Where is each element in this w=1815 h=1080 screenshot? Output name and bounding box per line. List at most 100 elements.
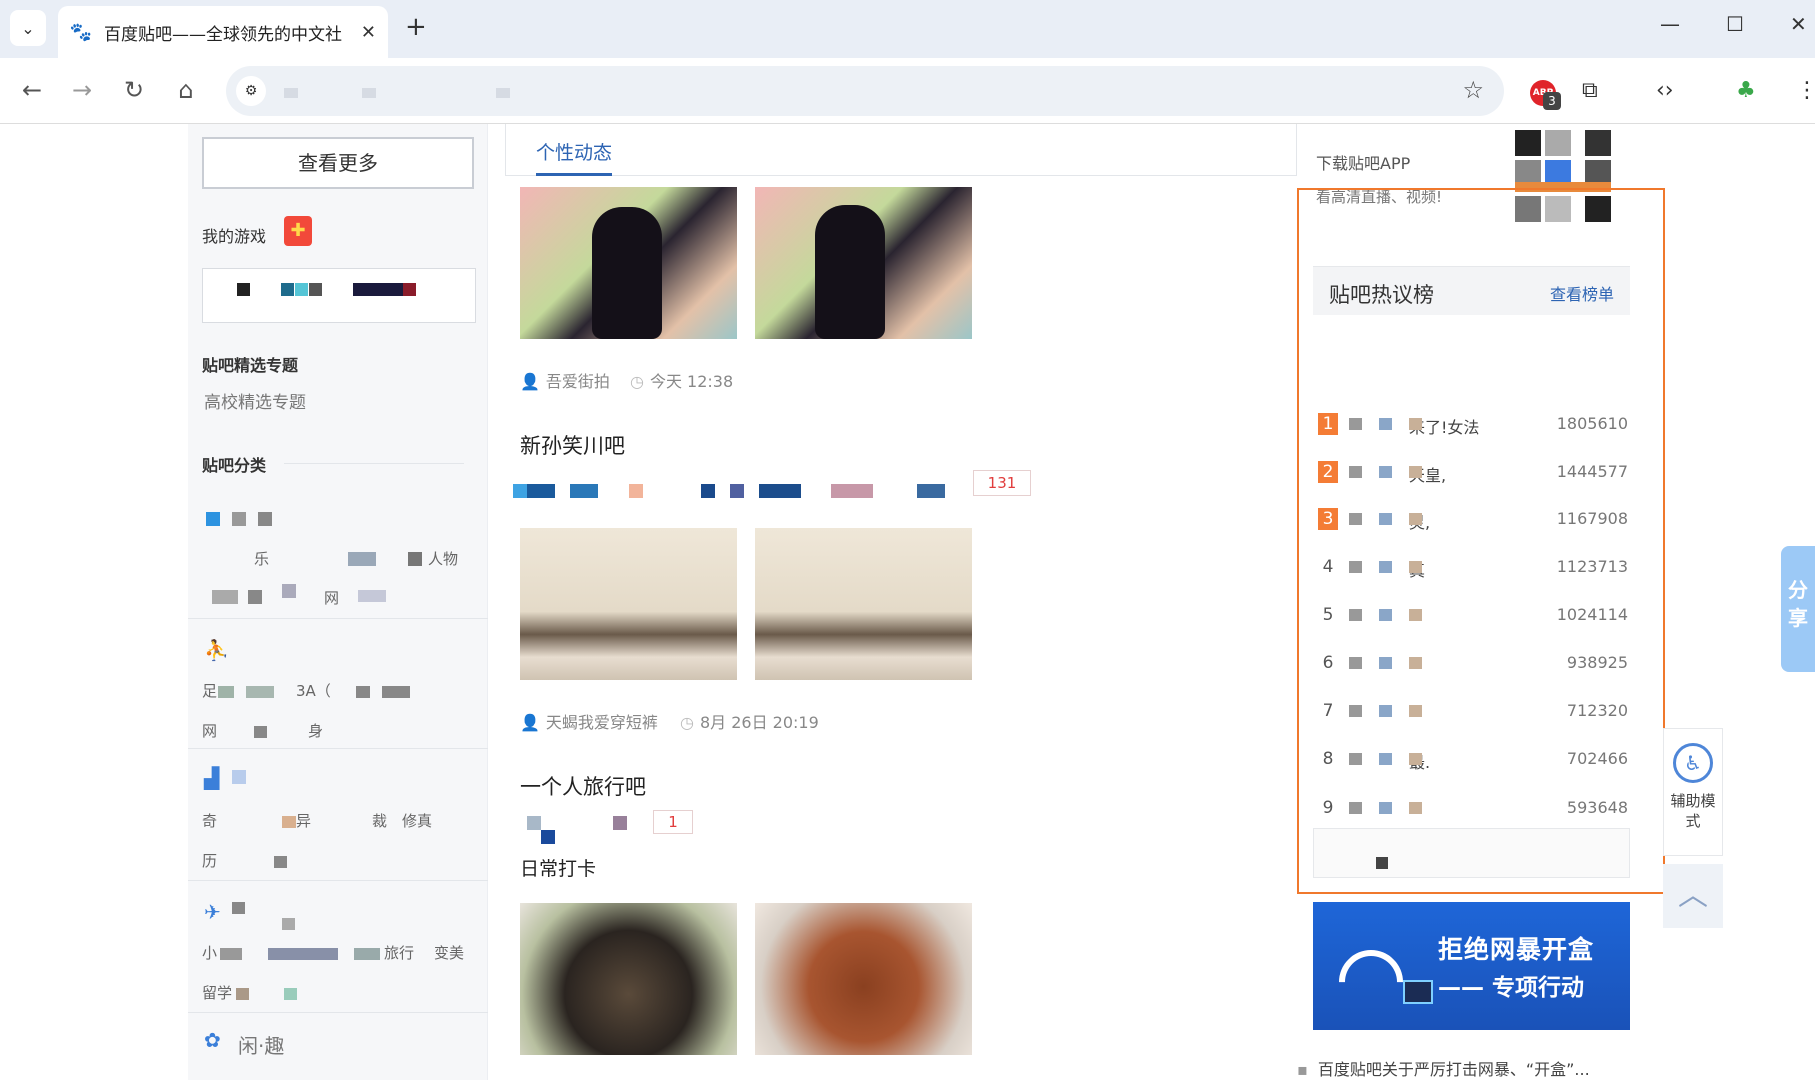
hot-topic-row[interactable]: 1 来了!女法 1805610 — [1313, 410, 1630, 440]
rank-topic-text[interactable]: 天皇, — [1349, 462, 1529, 484]
post-author[interactable]: 👤 吾爱街拍 — [520, 368, 610, 392]
hot-topic-row[interactable]: 6 938925 — [1313, 649, 1630, 679]
user-icon: 👤 — [520, 713, 540, 732]
hot-topic-row[interactable]: 4真 1123713 — [1313, 553, 1630, 583]
site-info-icon[interactable]: ⚙ — [236, 76, 266, 106]
hot-topic-row[interactable]: 3 灵, 1167908 — [1313, 505, 1630, 535]
category-link[interactable]: 变美 — [434, 942, 464, 963]
rank-topic-text[interactable] — [1349, 701, 1529, 723]
redacted-block — [354, 948, 380, 960]
hot-topic-row[interactable]: 5 1024114 — [1313, 601, 1630, 631]
see-more-button[interactable]: 查看更多 — [202, 137, 474, 189]
accessibility-icon: ♿ — [1673, 743, 1713, 783]
rank-topic-text[interactable] — [1349, 798, 1529, 820]
category-link[interactable]: 小 — [202, 942, 217, 963]
news-item[interactable]: ▪ 百度贴吧关于严厉打击网暴、“开盒”... — [1297, 1056, 1590, 1080]
category-link[interactable]: 身 — [308, 720, 323, 741]
book-icon: ▟ — [204, 766, 220, 790]
category-link[interactable]: 旅行 — [384, 942, 414, 963]
category-link[interactable]: 足 — [202, 680, 217, 701]
view-ranking-link[interactable]: 查看榜单 — [1550, 281, 1614, 305]
menu-kebab-icon[interactable]: ⋮ — [1796, 78, 1815, 103]
extensions-puzzle-icon[interactable]: ⧉ — [1582, 78, 1598, 103]
category-link[interactable]: 3A（ — [296, 680, 331, 701]
post-author[interactable]: 👤 天蝎我爱穿短裤 — [520, 709, 658, 733]
hot-topic-row[interactable]: 9 593648 — [1313, 794, 1630, 824]
rank-count: 938925 — [1566, 653, 1628, 672]
rank-count: 1167908 — [1556, 509, 1628, 528]
redacted-block — [348, 552, 376, 566]
redacted-block — [282, 816, 296, 828]
close-window-button[interactable]: ✕ — [1790, 12, 1807, 36]
banner-title: 拒绝网暴开盒 — [1438, 935, 1595, 964]
back-button[interactable]: ← — [14, 72, 50, 108]
redacted-block — [541, 830, 555, 844]
category-link[interactable]: 人物 — [428, 548, 458, 569]
redacted-block — [246, 686, 274, 698]
game-box[interactable] — [202, 268, 476, 323]
college-topics-link[interactable]: 高校精选专题 — [204, 388, 306, 413]
hot-topic-row[interactable]: 2 天皇, 1444577 — [1313, 458, 1630, 488]
forward-button[interactable]: → — [64, 72, 100, 108]
forum-name[interactable]: 新孙笑川吧 — [520, 430, 625, 460]
tab-strip: ⌄ 🐾 百度贴吧——全球领先的中文社 ✕ + — ☐ ✕ — [0, 0, 1815, 58]
minimize-button[interactable]: — — [1660, 12, 1680, 36]
devtools-code-icon[interactable]: ‹› — [1656, 78, 1674, 103]
category-link[interactable]: 网 — [324, 587, 339, 608]
rank-number: 9 — [1322, 798, 1334, 818]
tab-search-button[interactable]: ⌄ — [10, 10, 46, 46]
category-link[interactable]: 修真 — [402, 810, 432, 831]
rank-topic-text[interactable] — [1349, 653, 1529, 675]
category-link[interactable]: 留学 — [202, 982, 232, 1003]
post-image[interactable] — [755, 187, 972, 339]
tab-personal-feed[interactable]: 个性动态 — [536, 138, 613, 176]
hot-topic-row[interactable]: 7 712320 — [1313, 697, 1630, 727]
home-button[interactable]: ⌂ — [168, 72, 204, 108]
reply-count-badge: 1 — [653, 810, 693, 834]
profile-avatar-icon[interactable]: ♣ — [1736, 78, 1756, 103]
share-tab[interactable]: 分享 — [1781, 546, 1815, 672]
rank-topic-text[interactable]: 最. — [1349, 749, 1529, 771]
rank-topic-text[interactable]: 灵, — [1349, 509, 1529, 531]
category-link[interactable]: 历 — [202, 850, 217, 871]
rank-topic-text[interactable]: 真 — [1349, 557, 1529, 579]
forum-name[interactable]: 一个人旅行吧 — [520, 771, 646, 801]
post-image[interactable] — [520, 528, 737, 680]
back-to-top-button[interactable]: ︿ — [1663, 864, 1723, 928]
divider — [188, 748, 488, 749]
redacted-block — [570, 484, 598, 498]
rank-count: 1024114 — [1556, 605, 1628, 624]
divider — [188, 880, 488, 881]
bookmark-star-icon[interactable]: ☆ — [1462, 76, 1484, 104]
download-app-title[interactable]: 下载贴吧APP — [1316, 150, 1410, 174]
accessibility-mode-button[interactable]: ♿ 辅助模式 — [1663, 728, 1723, 856]
category-link[interactable]: 网 — [202, 720, 217, 741]
leisure-category[interactable]: 闲·趣 — [238, 1030, 284, 1059]
hot-topics-title: 贴吧热议榜 — [1329, 283, 1434, 307]
post-image[interactable] — [755, 903, 972, 1055]
rank-topic-text[interactable]: 来了!女法 — [1349, 414, 1529, 436]
hot-topics-footer[interactable] — [1313, 828, 1630, 878]
post-image[interactable] — [520, 903, 737, 1055]
category-link[interactable]: 奇 — [202, 810, 217, 831]
post-title[interactable]: 日常打卡 — [520, 854, 596, 881]
reload-button[interactable]: ↻ — [116, 72, 152, 108]
gift-icon: ✚ — [284, 216, 312, 246]
post-image[interactable] — [755, 528, 972, 680]
hot-topic-row[interactable]: 8 最. 702466 — [1313, 745, 1630, 775]
category-link[interactable]: 裁 — [372, 810, 387, 831]
category-link[interactable]: 异 — [296, 810, 311, 831]
rank-topic-text[interactable] — [1349, 605, 1529, 627]
post-image[interactable] — [520, 187, 737, 339]
close-tab-icon[interactable]: ✕ — [361, 22, 376, 43]
anti-cyberbullying-banner[interactable]: 拒绝网暴开盒 —— 专项行动 — [1313, 902, 1630, 1030]
redacted-block — [1349, 513, 1362, 525]
address-bar[interactable]: ⚙ ☆ — [226, 66, 1504, 116]
browser-tab[interactable]: 🐾 百度贴吧——全球领先的中文社 ✕ — [58, 6, 388, 58]
maximize-button[interactable]: ☐ — [1726, 12, 1744, 36]
redacted-block — [309, 283, 322, 296]
featured-topics-heading: 贴吧精选专题 — [202, 356, 299, 375]
category-link[interactable]: 乐 — [254, 548, 269, 569]
new-tab-button[interactable]: + — [405, 12, 427, 42]
redacted-block — [1409, 418, 1422, 430]
